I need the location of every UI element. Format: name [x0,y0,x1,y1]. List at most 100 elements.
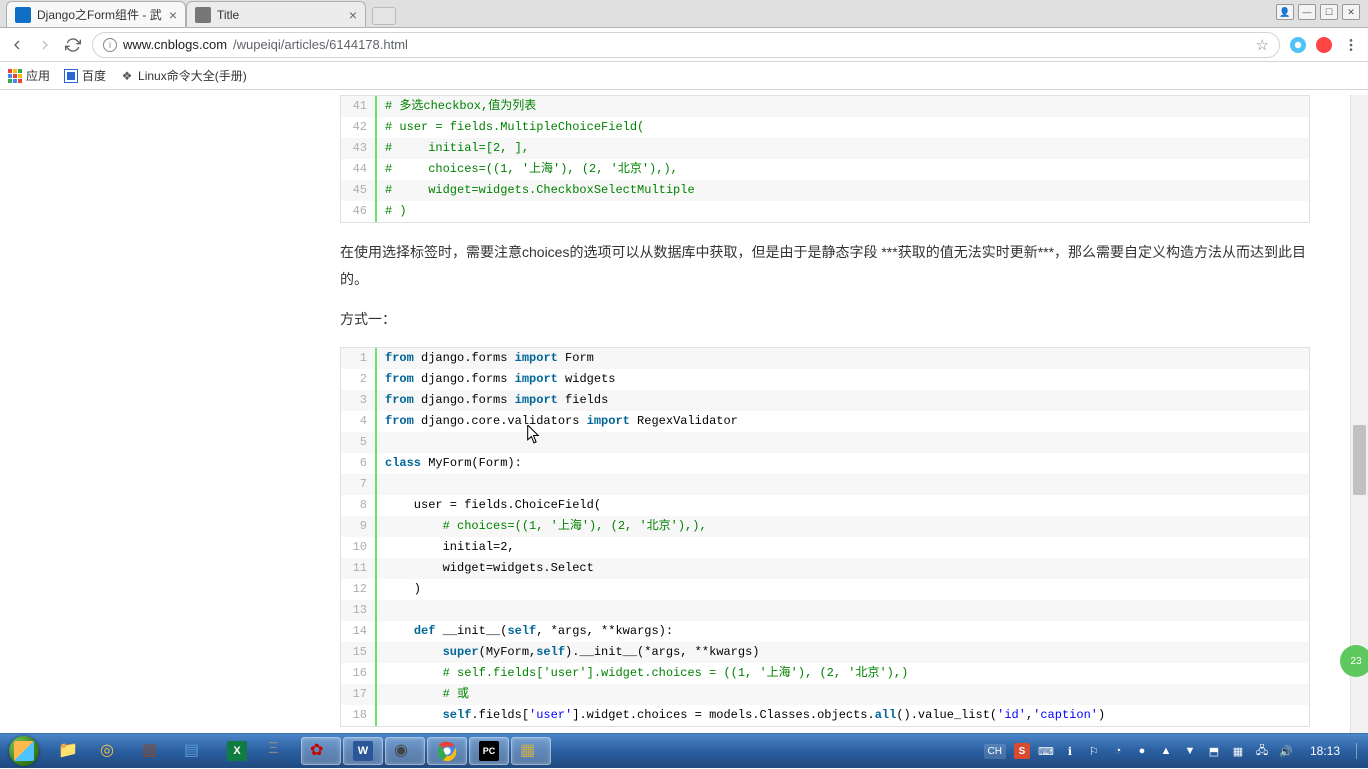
article: 41# 多选checkbox,值为列表42# user = fields.Mul… [340,95,1310,733]
tray-icon[interactable]: ⌨ [1038,743,1054,759]
terminal-icon: ❖ [120,69,134,83]
new-tab-button[interactable] [372,7,396,25]
task-excel[interactable]: X [217,737,257,765]
window-maximize[interactable]: ☐ [1320,4,1338,20]
extension-icon[interactable] [1290,37,1306,53]
code-line: 8 user = fields.ChoiceField( [341,495,1309,516]
tray-icon[interactable]: ● [1134,743,1150,759]
start-button[interactable] [0,734,48,769]
tray-ime-icon[interactable]: S [1014,743,1030,759]
code-line: 14 def __init__(self, *args, **kwargs): [341,621,1309,642]
code-line: 6class MyForm(Form): [341,453,1309,474]
code-line: 7 [341,474,1309,495]
tab-title: Django之Form组件 - 武 [37,6,163,23]
paragraph: 方式一： [340,306,1310,333]
forward-button[interactable] [36,36,54,54]
code-line: 11 widget=widgets.Select [341,558,1309,579]
browser-tab[interactable]: Title × [186,1,366,27]
vertical-scrollbar[interactable] [1350,95,1368,733]
code-line: 42# user = fields.MultipleChoiceField( [341,117,1309,138]
tab-favicon [195,7,211,23]
tray-icon[interactable]: ▦ [1230,743,1246,759]
extension-icon[interactable] [1316,37,1332,53]
bookmarks-bar: 应用 百度 ❖ Linux命令大全(手册) [0,62,1368,90]
task-chrome[interactable] [427,737,467,765]
tray-icon[interactable]: ▲ [1158,743,1174,759]
tray-icon[interactable]: ◔ [1110,743,1126,759]
code-block[interactable]: 1from django.forms import Form2from djan… [340,347,1310,727]
windows-taskbar: 📁 ◎ ▧ ▤ X Ξ ✿ W ◉ PC ▦ CH S ⌨ ℹ ⚐ ◔ ● ▲ … [0,733,1368,768]
site-info-icon[interactable]: i [103,38,117,52]
url-domain: www.cnblogs.com [123,37,227,52]
tab-title: Title [217,8,343,22]
bookmark-baidu[interactable]: 百度 [64,67,106,84]
browser-toolbar: i www.cnblogs.com/wupeiqi/articles/61441… [0,28,1368,62]
code-line: 18 self.fields['user'].widget.choices = … [341,705,1309,726]
code-line: 41# 多选checkbox,值为列表 [341,96,1309,117]
code-line: 4from django.core.validators import Rege… [341,411,1309,432]
task-explorer[interactable]: 📁 [49,737,89,765]
code-line: 1from django.forms import Form [341,348,1309,369]
page-content[interactable]: 41# 多选checkbox,值为列表42# user = fields.Mul… [0,95,1350,733]
window-minimize[interactable]: — [1298,4,1316,20]
reload-button[interactable] [64,36,82,54]
task-app[interactable]: ▧ [133,737,173,765]
browser-tabstrip: Django之Form组件 - 武 × Title × [0,0,1368,28]
baidu-icon [64,69,78,83]
page-viewport: 41# 多选checkbox,值为列表42# user = fields.Mul… [0,95,1368,733]
windows-orb-icon [9,736,39,766]
tray-icon[interactable]: ℹ [1062,743,1078,759]
bookmark-apps[interactable]: 应用 [8,67,50,84]
task-app[interactable]: ▤ [175,737,215,765]
code-block[interactable]: 41# 多选checkbox,值为列表42# user = fields.Mul… [340,95,1310,223]
tray-icon[interactable]: ▼ [1182,743,1198,759]
bookmark-star-icon[interactable]: ☆ [1256,36,1269,54]
tray-volume-icon[interactable]: 🔊 [1278,743,1294,759]
window-close[interactable]: ✕ [1342,4,1360,20]
code-line: 2from django.forms import widgets [341,369,1309,390]
show-desktop-button[interactable] [1356,743,1364,759]
tray-network-icon[interactable]: 🖧 [1254,743,1270,759]
tray-language[interactable]: CH [984,744,1006,759]
task-app[interactable]: ◉ [385,737,425,765]
tray-icon[interactable]: ⚐ [1086,743,1102,759]
code-line: 45# widget=widgets.CheckboxSelectMultipl… [341,180,1309,201]
window-user-icon[interactable]: 👤 [1276,4,1294,20]
menu-button[interactable] [1342,36,1360,54]
browser-tab-active[interactable]: Django之Form组件 - 武 × [6,1,186,27]
task-pycharm[interactable]: PC [469,737,509,765]
scrollbar-thumb[interactable] [1353,425,1366,495]
system-tray: CH S ⌨ ℹ ⚐ ◔ ● ▲ ▼ ⬒ ▦ 🖧 🔊 18:13 [984,743,1368,759]
back-button[interactable] [8,36,26,54]
bookmark-linux[interactable]: ❖ Linux命令大全(手册) [120,67,247,84]
task-word[interactable]: W [343,737,383,765]
tab-close-icon[interactable]: × [349,7,357,23]
address-bar[interactable]: i www.cnblogs.com/wupeiqi/articles/61441… [92,32,1280,58]
task-app[interactable]: ✿ [301,737,341,765]
bookmark-label: Linux命令大全(手册) [138,67,247,84]
tray-clock[interactable]: 18:13 [1302,744,1348,758]
tab-favicon [15,7,31,23]
code-line: 46# ) [341,201,1309,222]
window-controls: 👤 — ☐ ✕ [1276,4,1360,20]
floating-notification-badge[interactable]: 23 [1340,645,1368,677]
code-line: 12 ) [341,579,1309,600]
code-line: 17 # 或 [341,684,1309,705]
tab-close-icon[interactable]: × [169,7,177,23]
task-app[interactable]: ▦ [511,737,551,765]
apps-grid-icon [8,69,22,83]
code-line: 15 super(MyForm,self).__init__(*args, **… [341,642,1309,663]
code-line: 5 [341,432,1309,453]
code-line: 43# initial=[2, ], [341,138,1309,159]
code-line: 44# choices=((1, '上海'), (2, '北京'),), [341,159,1309,180]
code-line: 16 # self.fields['user'].widget.choices … [341,663,1309,684]
tray-icon[interactable]: ⬒ [1206,743,1222,759]
paragraph: 在使用选择标签时，需要注意choices的选项可以从数据库中获取，但是由于是静态… [340,239,1310,292]
code-line: 10 initial=2, [341,537,1309,558]
bookmark-label: 应用 [26,67,50,84]
bookmark-label: 百度 [82,67,106,84]
task-app[interactable]: Ξ [259,737,299,765]
code-line: 9 # choices=((1, '上海'), (2, '北京'),), [341,516,1309,537]
url-path: /wupeiqi/articles/6144178.html [233,37,408,52]
task-app[interactable]: ◎ [91,737,131,765]
